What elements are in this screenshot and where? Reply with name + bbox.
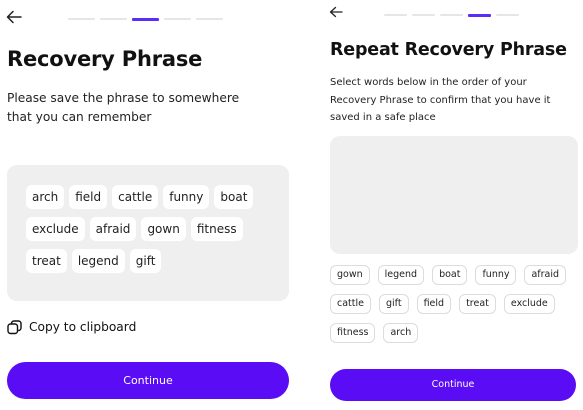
phrase-word-chip: fitness	[190, 217, 243, 241]
back-button[interactable]	[6, 10, 26, 30]
arrow-left-icon	[329, 6, 343, 18]
word-option-chip[interactable]: funny	[475, 265, 517, 285]
page-description: Select words below in the order of your …	[330, 77, 551, 123]
progress-step	[68, 18, 95, 20]
phrase-word-chip: gift	[129, 249, 162, 273]
continue-button[interactable]: Continue	[330, 369, 576, 401]
word-option-chip[interactable]: afraid	[524, 265, 567, 285]
phrase-word-chip: cattle	[112, 185, 159, 209]
progress-step	[196, 18, 223, 20]
progress-step	[440, 14, 463, 16]
continue-button[interactable]: Continue	[7, 362, 289, 399]
copy-to-clipboard-button[interactable]: Copy to clipboard	[7, 318, 136, 336]
word-option-chip[interactable]: cattle	[330, 294, 371, 314]
word-option-chip[interactable]: legend	[377, 265, 425, 285]
back-button[interactable]	[329, 6, 349, 26]
phrase-word-chip: boat	[214, 185, 254, 209]
phrase-word-chip: funny	[163, 185, 210, 209]
word-option-chip[interactable]: gown	[330, 265, 370, 285]
word-option-chip[interactable]: arch	[383, 323, 419, 343]
progress-step	[384, 14, 407, 16]
step-progress	[68, 17, 223, 21]
copy-label: Copy to clipboard	[29, 320, 137, 334]
phrase-word-chip: field	[69, 185, 108, 209]
phrase-word-chip: arch	[26, 185, 65, 209]
selected-words-dropzone[interactable]	[330, 136, 578, 254]
word-option-chip[interactable]: fitness	[330, 323, 376, 343]
recovery-phrase-screen: Recovery Phrase Please save the phrase t…	[0, 0, 296, 410]
top-bar	[323, 6, 583, 28]
page-title: Repeat Recovery Phrase	[330, 40, 567, 60]
progress-step	[100, 18, 127, 20]
progress-step	[496, 14, 519, 16]
repeat-recovery-phrase-screen: Repeat Recovery Phrase Select words belo…	[323, 0, 583, 410]
phrase-word-chip: treat	[26, 249, 67, 273]
step-progress	[384, 13, 519, 17]
word-option-chip[interactable]: boat	[432, 265, 468, 285]
copy-icon	[7, 319, 22, 334]
top-bar	[0, 8, 296, 28]
page-description: Please save the phrase to somewhere that…	[7, 91, 240, 124]
word-option-chip[interactable]: field	[416, 294, 452, 314]
progress-step-current	[468, 13, 491, 17]
phrase-word-chip: exclude	[26, 217, 85, 241]
phrase-word-chip: gown	[141, 217, 186, 241]
progress-step	[164, 18, 191, 20]
progress-step	[412, 14, 435, 16]
word-option-list: gown legend boat funny afraid cattle gift field…	[330, 265, 580, 343]
phrase-word-chip: afraid	[89, 217, 137, 241]
page-title: Recovery Phrase	[7, 47, 203, 71]
arrow-left-icon	[6, 10, 22, 24]
progress-step-current	[132, 17, 159, 21]
word-option-chip[interactable]: exclude	[503, 294, 555, 314]
word-option-chip[interactable]: treat	[459, 294, 496, 314]
recovery-phrase-box: arch field cattle funny boat exclude afraid gow…	[7, 165, 289, 301]
phrase-word-chip: legend	[71, 249, 125, 273]
phrase-word-list: arch field cattle funny boat exclude afraid gow…	[26, 185, 256, 273]
word-option-chip[interactable]: gift	[378, 294, 409, 314]
